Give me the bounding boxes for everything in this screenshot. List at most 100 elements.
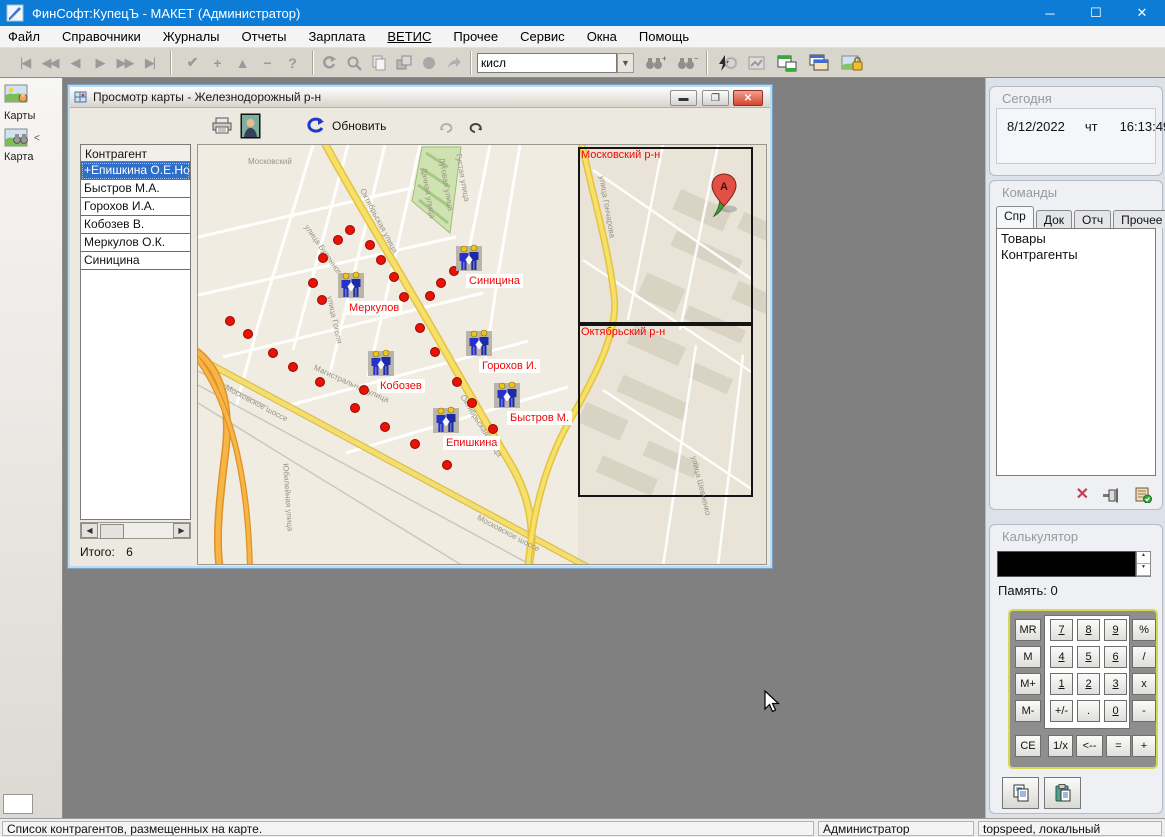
- flash-search-icon[interactable]: [715, 54, 737, 72]
- commands-tab-1[interactable]: Док: [1036, 210, 1072, 228]
- calc-key-button[interactable]: 1: [1050, 673, 1073, 695]
- close-button[interactable]: ✕: [1119, 0, 1165, 26]
- calc-op-button-3[interactable]: -: [1132, 700, 1156, 722]
- undo-icon[interactable]: [438, 119, 456, 133]
- help-icon[interactable]: ?: [279, 55, 304, 71]
- commands-tab-2[interactable]: Отч: [1074, 210, 1111, 228]
- calc-key-button[interactable]: 4: [1050, 646, 1073, 668]
- calc-bottom-button-0[interactable]: 1/x: [1048, 735, 1073, 757]
- edit-icon[interactable]: ▲: [229, 55, 254, 71]
- nav-back-icon[interactable]: ◀: [62, 55, 87, 71]
- calc-key-button[interactable]: 5: [1077, 646, 1100, 668]
- menu-item-0[interactable]: Файл: [8, 29, 40, 44]
- calc-key-button[interactable]: 3: [1104, 673, 1127, 695]
- delete-command-icon[interactable]: ✕: [1076, 488, 1089, 502]
- map-minimize-button[interactable]: ▬: [670, 90, 697, 106]
- commands-tab-0[interactable]: Спр: [996, 206, 1034, 228]
- contractor-row[interactable]: Кобозев В.: [81, 216, 190, 234]
- calc-mem-button-3[interactable]: M-: [1015, 700, 1041, 722]
- calc-key-button[interactable]: 6: [1104, 646, 1127, 668]
- calc-key-button[interactable]: 0: [1104, 700, 1127, 722]
- nav-fast-back-icon[interactable]: ◀◀: [37, 55, 62, 71]
- new-window-icon[interactable]: [777, 54, 799, 72]
- find-add-icon[interactable]: +: [644, 55, 666, 71]
- contractor-list-hscrollbar[interactable]: ◀ ▶: [80, 522, 191, 539]
- calc-key-button[interactable]: .: [1077, 700, 1100, 722]
- calc-ce-button[interactable]: CE: [1015, 735, 1041, 757]
- sidebar-collapse-glyph[interactable]: <: [34, 133, 40, 144]
- hscroll-left-arrow[interactable]: ◀: [81, 523, 98, 538]
- update-icon[interactable]: [306, 117, 326, 135]
- nav-forward-icon[interactable]: ▶: [87, 55, 112, 71]
- image-lock-icon[interactable]: [841, 54, 863, 72]
- menu-item-5[interactable]: ВЕТИС: [387, 29, 431, 44]
- print-icon[interactable]: [212, 117, 232, 134]
- map-pin-a[interactable]: A: [708, 173, 742, 219]
- refresh-icon[interactable]: [321, 55, 337, 71]
- contractor-row[interactable]: Быстров М.А.: [81, 180, 190, 198]
- contractor-marker-icon[interactable]: [433, 405, 459, 438]
- copy-icon[interactable]: [371, 55, 387, 71]
- calc-bottom-button-2[interactable]: =: [1106, 735, 1131, 757]
- contractor-marker-icon[interactable]: [494, 380, 520, 413]
- calc-key-button[interactable]: 9: [1104, 619, 1127, 641]
- contractor-marker-icon[interactable]: [368, 348, 394, 381]
- calc-op-button-2[interactable]: x: [1132, 673, 1156, 695]
- menu-item-1[interactable]: Справочники: [62, 29, 141, 44]
- nav-fast-forward-icon[interactable]: ▶▶: [112, 55, 137, 71]
- calc-mem-button-2[interactable]: M+: [1015, 673, 1041, 695]
- menu-item-4[interactable]: Зарплата: [308, 29, 365, 44]
- share-icon[interactable]: [446, 55, 462, 71]
- refresh-button-label[interactable]: Обновить: [332, 119, 386, 133]
- delete-icon[interactable]: −: [254, 55, 279, 71]
- map-window-titlebar[interactable]: Просмотр карты - Железнодорожный р-н: [70, 87, 770, 108]
- calc-op-button-1[interactable]: /: [1132, 646, 1156, 668]
- contractor-marker-icon[interactable]: [338, 270, 364, 303]
- command-item[interactable]: Товары: [1001, 231, 1151, 247]
- map-restore-button[interactable]: ❐: [702, 90, 729, 106]
- hscroll-right-arrow[interactable]: ▶: [173, 523, 190, 538]
- menu-item-9[interactable]: Помощь: [639, 29, 689, 44]
- search-icon[interactable]: [346, 55, 362, 71]
- commands-tab-3[interactable]: Прочее: [1113, 210, 1165, 228]
- accept-icon[interactable]: ✔: [179, 54, 204, 71]
- calc-paste-button[interactable]: [1044, 777, 1081, 809]
- calc-mem-button-0[interactable]: MR: [1015, 619, 1041, 641]
- contractor-row[interactable]: +Епишкина О.Е.Ново: [81, 162, 190, 180]
- menu-item-2[interactable]: Журналы: [163, 29, 220, 44]
- calc-copy-button[interactable]: [1002, 777, 1039, 809]
- calc-key-button[interactable]: +/-: [1050, 700, 1073, 722]
- search-input[interactable]: [477, 53, 617, 73]
- commands-list[interactable]: ТоварыКонтрагенты: [996, 228, 1156, 476]
- contractor-row[interactable]: Горохов И.А.: [81, 198, 190, 216]
- map-canvas[interactable]: Московский р-нОктябрьский р-нМосковскийО…: [197, 144, 767, 565]
- calc-key-button[interactable]: 7: [1050, 619, 1073, 641]
- menu-item-6[interactable]: Прочее: [453, 29, 498, 44]
- nav-last-icon[interactable]: ▶|: [137, 55, 162, 71]
- maximize-button[interactable]: ☐: [1073, 0, 1119, 26]
- calc-op-button-0[interactable]: %: [1132, 619, 1156, 641]
- stack-icon[interactable]: [396, 55, 412, 71]
- contractor-marker-icon[interactable]: [456, 243, 482, 276]
- redo-icon[interactable]: [466, 119, 484, 133]
- minimize-button[interactable]: ─: [1027, 0, 1073, 26]
- menu-item-7[interactable]: Сервис: [520, 29, 565, 44]
- sidebar-item-map[interactable]: < Карта: [4, 128, 58, 163]
- find-remove-icon[interactable]: −: [676, 55, 698, 71]
- contractor-marker-icon[interactable]: [466, 328, 492, 361]
- contractor-list-header[interactable]: Контрагент: [80, 144, 191, 162]
- calc-key-button[interactable]: 8: [1077, 619, 1100, 641]
- photo-icon[interactable]: [240, 113, 261, 139]
- sidebar-item-maps[interactable]: Карты: [4, 84, 58, 122]
- nav-first-icon[interactable]: |◀: [12, 55, 37, 71]
- calculator-spinner[interactable]: ▲▼: [1136, 551, 1151, 577]
- map-close-button[interactable]: ✕: [733, 90, 763, 106]
- command-item[interactable]: Контрагенты: [1001, 247, 1151, 263]
- cascade-windows-icon[interactable]: [809, 54, 831, 72]
- calc-bottom-button-1[interactable]: <--: [1076, 735, 1103, 757]
- chart-icon[interactable]: [747, 54, 767, 72]
- contractor-row[interactable]: Синицина: [81, 252, 190, 270]
- calc-key-button[interactable]: 2: [1077, 673, 1100, 695]
- notebook-check-icon[interactable]: [1135, 487, 1152, 503]
- record-icon[interactable]: [421, 55, 437, 71]
